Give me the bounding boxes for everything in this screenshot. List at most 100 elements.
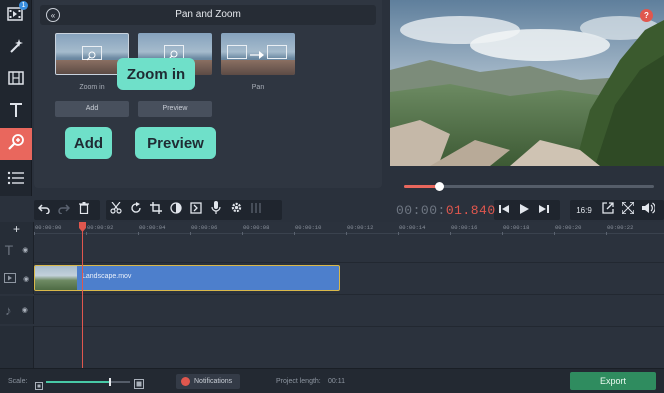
clip-name: Landscape.mov [82, 273, 132, 280]
history-group [34, 200, 100, 220]
ruler-tick [554, 232, 555, 235]
external-window-icon [602, 201, 614, 219]
panel-header: « Pan and Zoom [40, 5, 376, 25]
project-length-label: Project length: [276, 378, 321, 385]
redo-button[interactable] [54, 200, 74, 220]
notification-icon [181, 377, 190, 386]
aspect-ratio-button[interactable]: 16:9 [570, 200, 598, 220]
scale-slider[interactable] [46, 378, 130, 386]
zoom-in-icon[interactable] [134, 376, 144, 393]
magnifier-icon [86, 48, 97, 66]
import-media-button[interactable]: 1 [0, 0, 32, 32]
ruler-tick [190, 232, 191, 235]
ruler-tick [450, 232, 451, 235]
music-note-icon: ♪ [5, 302, 12, 318]
delete-button[interactable] [74, 200, 94, 220]
time-ruler[interactable]: 00:00:00 00:00:02 00:00:04 00:00:06 00:00:08… [34, 222, 664, 235]
preview-scrubber[interactable] [404, 182, 654, 191]
crop-button[interactable] [146, 200, 166, 220]
callout-add: Add [65, 127, 112, 159]
scale-slider-handle[interactable] [109, 378, 111, 386]
ruler-label: 00:00:06 [191, 224, 218, 231]
skip-back-icon [499, 201, 509, 219]
color-adjust-button[interactable] [166, 200, 186, 220]
volume-button[interactable] [638, 200, 658, 220]
ruler-label: 00:00:18 [503, 224, 530, 231]
ruler-tick [138, 232, 139, 235]
playback-group [494, 200, 560, 220]
zoom-out-icon[interactable] [35, 377, 43, 393]
panel-title: Pan and Zoom [175, 9, 241, 20]
zoom-magnifier-icon [7, 133, 25, 156]
magic-wand-icon [8, 38, 24, 59]
fullscreen-button[interactable] [618, 200, 638, 220]
ruler-label: 00:00:20 [555, 224, 582, 231]
scrubber-progress [404, 185, 439, 188]
ruler-tick [502, 232, 503, 235]
notifications-label: Notifications [194, 378, 233, 385]
contrast-icon [170, 201, 182, 219]
previous-frame-button[interactable] [494, 200, 514, 220]
ruler-tick [294, 232, 295, 235]
add-track-button[interactable]: + [0, 222, 34, 236]
clip-properties-button[interactable] [186, 200, 206, 220]
list-icon [7, 171, 25, 190]
detach-player-button[interactable] [598, 200, 618, 220]
notifications-button[interactable]: Notifications [176, 374, 240, 389]
help-button[interactable]: ? [640, 9, 653, 22]
landscape-image [390, 0, 664, 166]
ruler-label: 00:00:08 [243, 224, 270, 231]
play-icon [519, 201, 529, 219]
microphone-icon [211, 201, 221, 219]
titles-button[interactable] [0, 96, 32, 128]
video-track-icon [3, 270, 16, 288]
callout-preview: Preview [135, 127, 216, 159]
title-track-header: T ◉ [0, 236, 34, 264]
settings-button[interactable] [226, 200, 246, 220]
view-group: 16:9 [570, 200, 664, 220]
timecode-seconds: 01.840 [445, 203, 496, 218]
mute-icon[interactable]: ◉ [22, 306, 28, 314]
undo-button[interactable] [34, 200, 54, 220]
ruler-label: 00:00:14 [399, 224, 426, 231]
status-bar: Scale: Notifications Project length: 00:… [0, 368, 664, 393]
preview-button[interactable]: Preview [138, 101, 212, 117]
gear-icon [230, 201, 243, 219]
ruler-tick [398, 232, 399, 235]
scrubber-handle[interactable] [435, 182, 444, 191]
visibility-icon[interactable]: ◉ [23, 275, 29, 283]
equalizer-button[interactable] [246, 200, 266, 220]
transitions-button[interactable] [0, 64, 32, 96]
project-length-value: 00:11 [328, 378, 345, 385]
export-button[interactable]: Export [570, 372, 656, 390]
add-button[interactable]: Add [55, 101, 129, 117]
record-audio-button[interactable] [206, 200, 226, 220]
ruler-label: 00:00:12 [347, 224, 374, 231]
crop-icon [150, 201, 162, 219]
more-tools-button[interactable] [0, 164, 32, 196]
ruler-label: 00:00:04 [139, 224, 166, 231]
plus-icon: + [12, 222, 20, 236]
video-preview [390, 0, 664, 166]
filmstrip-icon [8, 70, 24, 91]
trash-icon [79, 201, 89, 219]
video-clip[interactable]: Landscape.mov [34, 265, 340, 291]
ruler-tick [86, 232, 87, 235]
rotate-button[interactable] [126, 200, 146, 220]
playhead-line [82, 222, 83, 368]
next-frame-button[interactable] [534, 200, 554, 220]
pan-zoom-panel: « Pan and Zoom Zoom in Pan Add Preview [34, 0, 382, 188]
split-button[interactable] [106, 200, 126, 220]
ruler-tick [606, 232, 607, 235]
scissors-icon [110, 201, 122, 219]
redo-icon [58, 201, 71, 219]
app-window: 1 « Pan and Zoom Zoom in Pan Add Preview… [0, 0, 664, 393]
pan-zoom-button[interactable] [0, 128, 32, 160]
ruler-tick [346, 232, 347, 235]
play-button[interactable] [514, 200, 534, 220]
scale-label: Scale: [8, 378, 28, 385]
filters-button[interactable] [0, 32, 32, 64]
visibility-icon[interactable]: ◉ [22, 246, 28, 254]
effect-thumb-pan[interactable] [221, 33, 295, 75]
arrow-right-icon [250, 47, 264, 65]
